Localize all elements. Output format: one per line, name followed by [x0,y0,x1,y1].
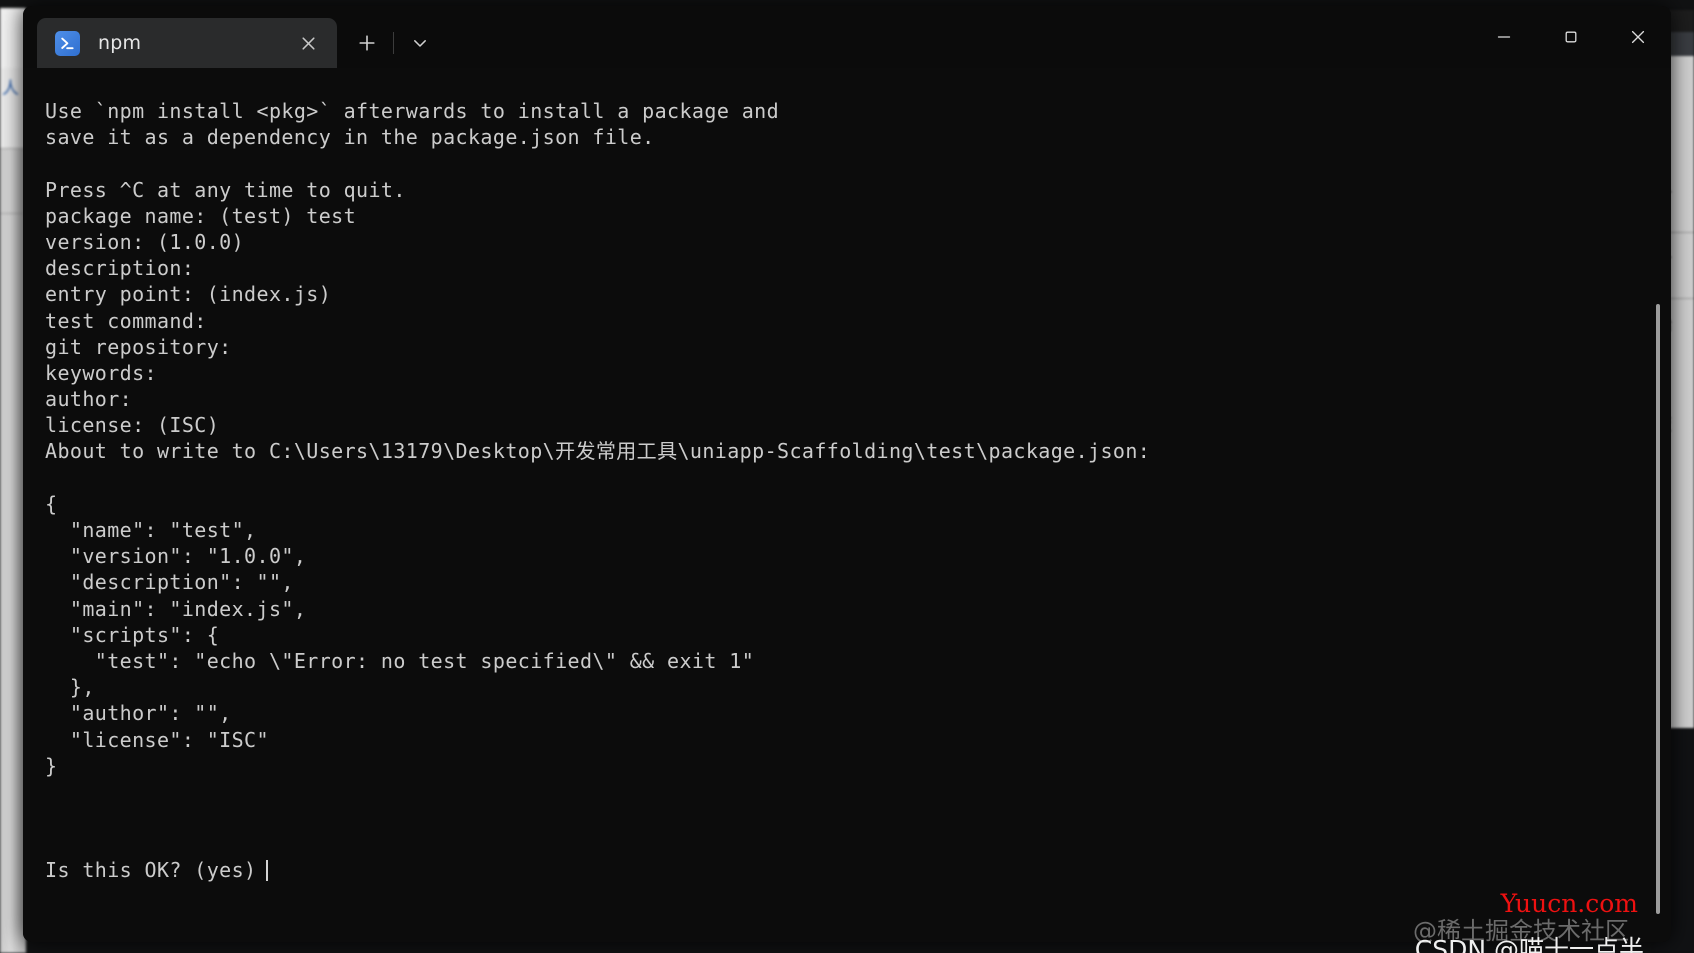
scrollbar-thumb[interactable] [1656,304,1660,914]
console-line: Use `npm install <pkg>` afterwards to in… [45,99,780,123]
console-line: package name: (test) test [45,203,357,228]
console-line: test command: [45,308,207,333]
console-line: keywords: [45,360,157,385]
console-line: "description": "", [45,570,294,595]
console-output: Use `npm install <pkg>` afterwards to in… [45,98,1631,884]
background-glyph-icon: 人 [2,79,19,99]
tab-npm[interactable]: npm [37,18,337,68]
console-line: save it as a dependency in the package.j… [45,125,655,150]
window-controls [1470,6,1671,68]
console-line: "scripts": { [45,622,220,647]
console-line: entry point: (index.js) [45,282,332,307]
maximize-button[interactable] [1537,6,1604,68]
terminal-window: npm Use `npm install <pkg>` afterwards t… [23,6,1671,942]
console-line: "version": "1.0.0", [45,544,307,569]
console-line: license: (ISC) [45,413,220,438]
title-bar[interactable]: npm [23,6,1671,68]
console-line: Press ^C at any time to quit. [45,177,406,202]
console-line: "license": "ISC" [45,727,269,752]
console-line: } [45,753,58,778]
console-line: description: [45,256,195,281]
console-line: }, [45,675,95,700]
close-button[interactable] [1604,6,1671,68]
terminal-body[interactable]: Use `npm install <pkg>` afterwards to in… [23,68,1671,942]
tab-title: npm [98,32,142,54]
console-line: { [45,491,58,516]
console-line: "author": "", [45,701,232,726]
console-line: author: [45,387,133,412]
powershell-icon [55,30,80,56]
new-tab-icon[interactable] [345,23,389,63]
minimize-button[interactable] [1470,6,1537,68]
tab-actions [337,18,442,68]
console-line: "test": "echo \"Error: no test specified… [45,648,755,673]
prompt-text: Is this OK? (yes) [45,858,257,883]
console-prompt-line: Is this OK? (yes) [45,857,1631,883]
console-line: About to write to C:\Users\13179\Desktop… [45,439,1151,464]
console-line: "name": "test", [45,518,257,542]
console-line: git repository: [45,334,232,359]
tab-strip: npm [23,6,442,68]
tab-actions-divider [393,32,394,54]
desktop-background: 人 S 计 二 始 丶 变 Sh M ue s1 ri t i na [0,0,1694,953]
console-line: "main": "index.js", [45,596,307,621]
terminal-scrollbar[interactable] [1653,68,1664,942]
console-line: version: (1.0.0) [45,229,245,254]
text-cursor [265,860,268,882]
chevron-down-icon[interactable] [398,23,442,63]
tab-close-icon[interactable] [293,28,323,58]
